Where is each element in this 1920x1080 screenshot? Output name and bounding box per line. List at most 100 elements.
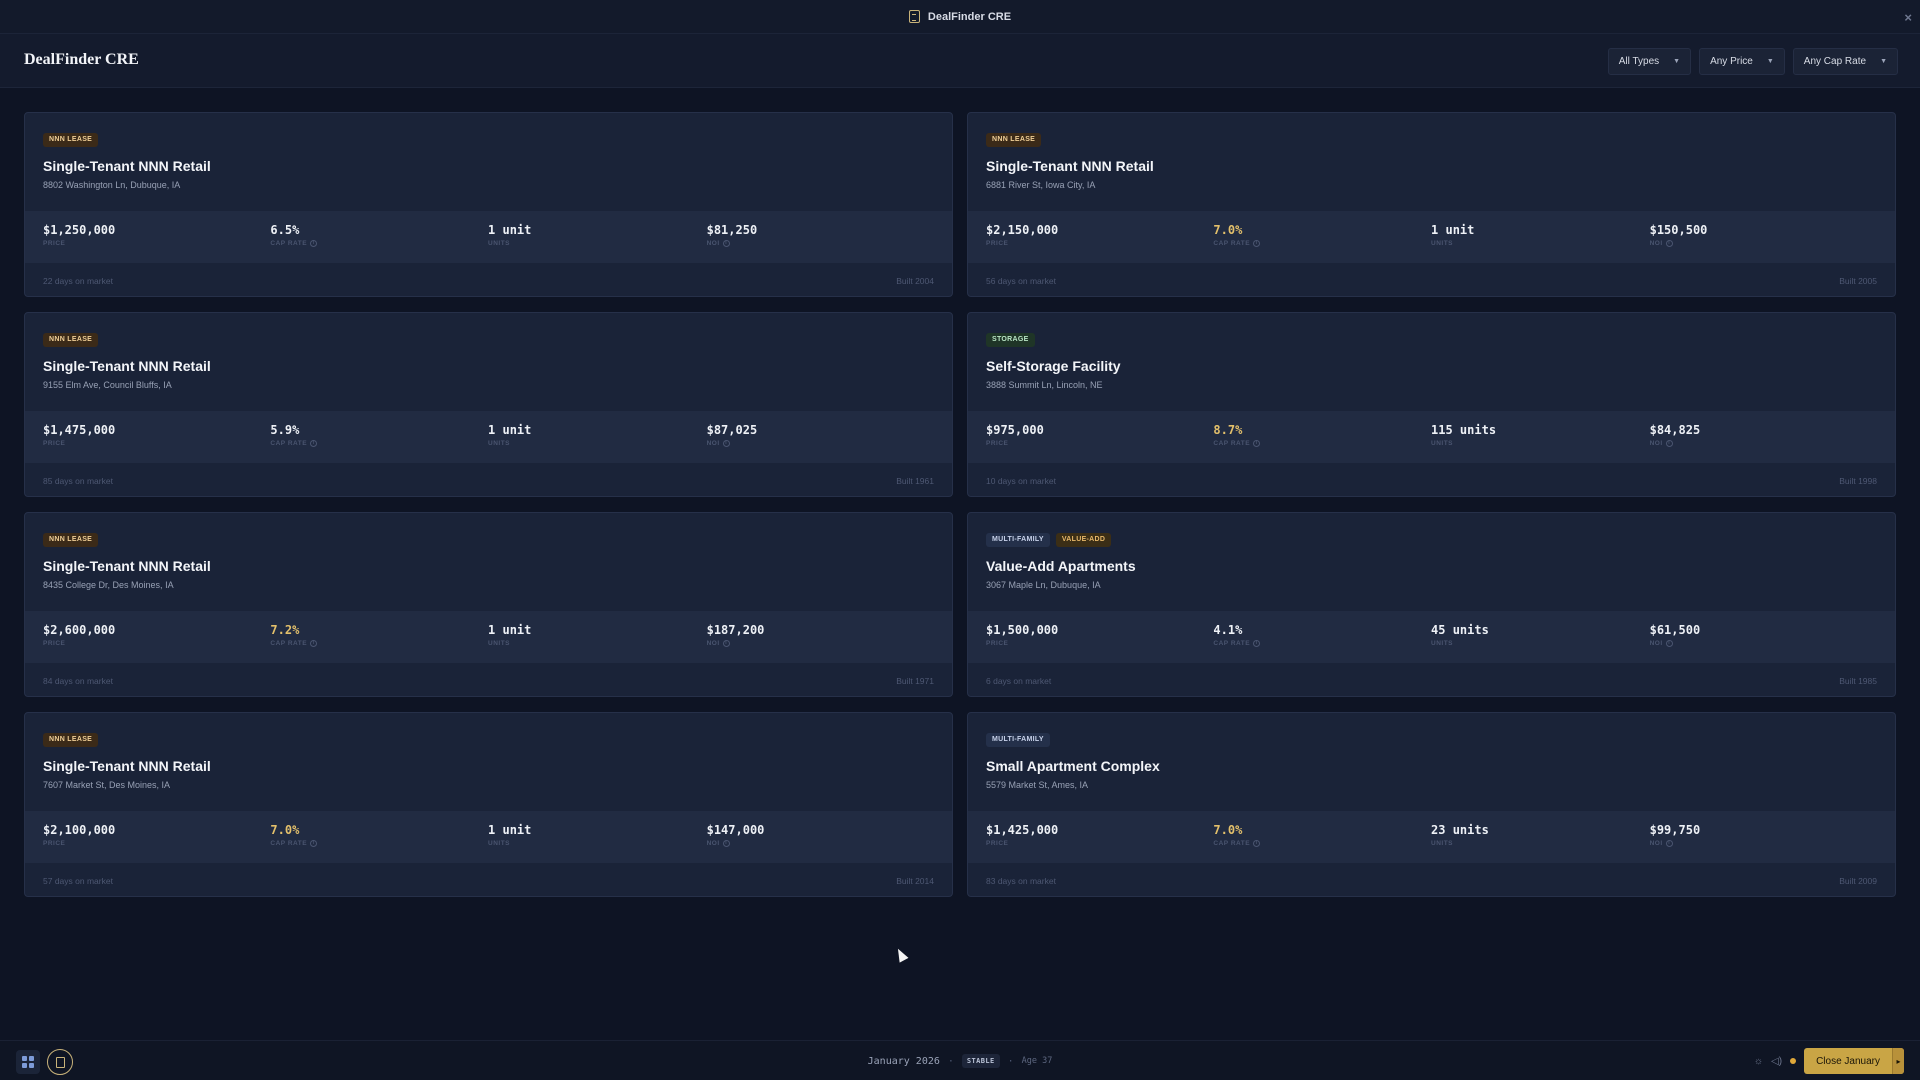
info-icon[interactable]: i — [310, 840, 318, 847]
units-value: 1 unit — [488, 223, 532, 237]
property-type-tag: NNN LEASE — [43, 733, 99, 747]
units-label: UNITS — [1431, 840, 1454, 847]
units-value: 1 unit — [488, 823, 532, 837]
listing-card[interactable]: NNN LEASE Single-Tenant NNN Retail 8802 … — [24, 112, 953, 297]
cap-rate-label: CAP RATE — [1213, 640, 1251, 647]
price-label: PRICE — [43, 440, 66, 447]
info-icon[interactable]: i — [1665, 640, 1673, 647]
card-footer: 83 days on market Built 2009 — [986, 876, 1877, 886]
metrics-row: $1,475,000 PRICE 5.9% CAP RATE i 1 unit U… — [25, 411, 952, 463]
price-label: PRICE — [43, 240, 66, 247]
cap-rate-filter-select[interactable]: Any Cap Rate ▼ — [1792, 48, 1898, 75]
window-titlebar: DealFinder CRE × — [0, 0, 1920, 34]
price-value: $1,475,000 — [43, 423, 116, 437]
noi-label: NOI — [1649, 640, 1663, 647]
info-icon[interactable]: i — [1665, 240, 1673, 247]
noi-value: $150,500 — [1649, 223, 1708, 237]
days-on-market: 10 days on market — [986, 476, 1056, 486]
metrics-row: $975,000 PRICE 8.7% CAP RATE i 115 units … — [968, 411, 1895, 463]
property-type-tag: NNN LEASE — [986, 133, 1042, 147]
cap-rate-metric: 7.0% CAP RATE i — [1213, 223, 1431, 263]
days-on-market: 57 days on market — [43, 876, 113, 886]
listing-card[interactable]: MULTI-FAMILY Small Apartment Complex 557… — [967, 712, 1896, 897]
card-footer: 10 days on market Built 1998 — [986, 476, 1877, 486]
noi-metric: $61,500 NOI i — [1650, 623, 1877, 663]
units-metric: 1 unit UNITS — [488, 623, 707, 663]
status-bar: January 2026 · STABLE · Age 37 ☼ ◁) Clos… — [0, 1040, 1920, 1080]
info-icon[interactable]: i — [1253, 840, 1261, 847]
metrics-row: $1,500,000 PRICE 4.1% CAP RATE i 45 units… — [968, 611, 1895, 663]
noi-metric: $81,250 NOI i — [707, 223, 934, 263]
listing-address: 9155 Elm Ave, Council Bluffs, IA — [43, 380, 172, 390]
metrics-row: $1,425,000 PRICE 7.0% CAP RATE i 23 units… — [968, 811, 1895, 863]
close-window-icon[interactable]: × — [1904, 10, 1912, 25]
cap-rate-metric: 5.9% CAP RATE i — [270, 423, 488, 463]
cap-rate-metric: 7.0% CAP RATE i — [270, 823, 488, 863]
units-metric: 1 unit UNITS — [488, 223, 707, 263]
tag-row: MULTI-FAMILY — [986, 733, 1877, 747]
property-type-tag: MULTI-FAMILY — [986, 733, 1050, 747]
listing-card[interactable]: NNN LEASE Single-Tenant NNN Retail 6881 … — [967, 112, 1896, 297]
listing-title: Value-Add Apartments — [986, 558, 1136, 574]
info-icon[interactable]: i — [1665, 840, 1673, 847]
noi-metric: $84,825 NOI i — [1650, 423, 1877, 463]
info-icon[interactable]: i — [1253, 440, 1261, 447]
noi-value: $99,750 — [1649, 823, 1701, 837]
chevron-right-icon[interactable]: ▸ — [1892, 1048, 1904, 1074]
listing-address: 8802 Washington Ln, Dubuque, IA — [43, 180, 181, 190]
info-icon[interactable]: i — [310, 440, 318, 447]
info-icon[interactable]: i — [1253, 240, 1261, 247]
info-icon[interactable]: i — [722, 640, 730, 647]
brightness-icon[interactable]: ☼ — [1754, 1056, 1763, 1067]
cap-rate-value: 8.7% — [1213, 423, 1243, 437]
metrics-row: $2,150,000 PRICE 7.0% CAP RATE i 1 unit U… — [968, 211, 1895, 263]
listing-card[interactable]: NNN LEASE Single-Tenant NNN Retail 9155 … — [24, 312, 953, 497]
volume-icon[interactable]: ◁) — [1771, 1056, 1782, 1067]
info-icon[interactable]: i — [1253, 640, 1261, 647]
price-label: PRICE — [43, 640, 66, 647]
info-icon[interactable]: i — [722, 240, 730, 247]
noi-label: NOI — [1649, 440, 1663, 447]
info-icon[interactable]: i — [310, 240, 318, 247]
cap-rate-label: CAP RATE — [1213, 240, 1251, 247]
type-filter-select[interactable]: All Types ▼ — [1607, 48, 1692, 75]
info-icon[interactable]: i — [722, 440, 730, 447]
tag-row: MULTI-FAMILY VALUE-ADD — [986, 533, 1877, 547]
cap-rate-metric: 7.0% CAP RATE i — [1213, 823, 1431, 863]
price-value: $975,000 — [986, 423, 1044, 437]
close-month-button[interactable]: Close January ▸ — [1804, 1048, 1904, 1074]
price-metric: $1,500,000 PRICE — [986, 623, 1213, 663]
noi-metric: $87,025 NOI i — [707, 423, 934, 463]
card-footer: 57 days on market Built 2014 — [43, 876, 934, 886]
info-icon[interactable]: i — [310, 640, 318, 647]
listing-card[interactable]: NNN LEASE Single-Tenant NNN Retail 7607 … — [24, 712, 953, 897]
units-label: UNITS — [488, 640, 511, 647]
listing-address: 3888 Summit Ln, Lincoln, NE — [986, 380, 1103, 390]
cap-rate-value: 7.0% — [1213, 223, 1243, 237]
days-on-market: 84 days on market — [43, 676, 113, 686]
listing-address: 5579 Market St, Ames, IA — [986, 780, 1089, 790]
metrics-row: $2,100,000 PRICE 7.0% CAP RATE i 1 unit U… — [25, 811, 952, 863]
price-value: $2,100,000 — [43, 823, 116, 837]
price-filter-select[interactable]: Any Price ▼ — [1699, 48, 1785, 75]
price-metric: $975,000 PRICE — [986, 423, 1213, 463]
cap-rate-value: 7.0% — [270, 823, 300, 837]
listing-title: Single-Tenant NNN Retail — [43, 158, 211, 174]
listing-card[interactable]: NNN LEASE Single-Tenant NNN Retail 8435 … — [24, 512, 953, 697]
listing-card[interactable]: MULTI-FAMILY VALUE-ADD Value-Add Apartmen… — [967, 512, 1896, 697]
cap-rate-metric: 7.2% CAP RATE i — [270, 623, 488, 663]
noi-value: $147,000 — [706, 823, 765, 837]
year-built: Built 1998 — [1839, 476, 1877, 486]
chevron-down-icon: ▼ — [1880, 58, 1887, 65]
units-metric: 1 unit UNITS — [488, 823, 707, 863]
info-icon[interactable]: i — [722, 840, 730, 847]
property-type-tag: NNN LEASE — [43, 133, 99, 147]
chevron-down-icon: ▼ — [1766, 58, 1774, 65]
cap-rate-label: CAP RATE — [1213, 440, 1251, 447]
window-title: DealFinder CRE — [927, 10, 1012, 23]
price-metric: $1,250,000 PRICE — [43, 223, 270, 263]
info-icon[interactable]: i — [1665, 440, 1673, 447]
property-type-tag: STORAGE — [986, 333, 1035, 347]
noi-metric: $187,200 NOI i — [707, 623, 934, 663]
listing-card[interactable]: STORAGE Self-Storage Facility 3888 Summi… — [967, 312, 1896, 497]
